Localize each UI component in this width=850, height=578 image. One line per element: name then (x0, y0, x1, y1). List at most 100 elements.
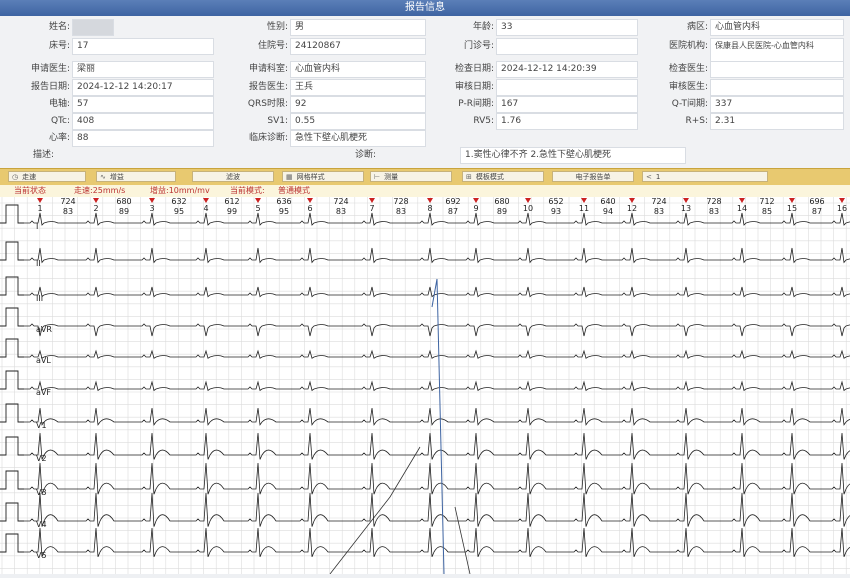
qtc-value: 408 (72, 113, 214, 130)
axis-label: 电轴: (48, 99, 70, 109)
page-selector[interactable]: <1 (642, 171, 768, 182)
measure-button[interactable]: ⊢ 测量 (370, 171, 452, 182)
review-doctor-label: 审核医生: (668, 82, 708, 92)
status-gain: 增益:10mm/mv (150, 186, 210, 195)
beat-number: 13 (681, 204, 691, 213)
qrs-label: QRS时限: (247, 99, 288, 109)
age-label: 年龄: (472, 22, 494, 32)
e-report-button[interactable]: 电子报告单 (552, 171, 634, 182)
beat-marker (473, 198, 479, 203)
page-icon: < (646, 173, 652, 181)
beat-marker (307, 198, 313, 203)
report-title: 报告信息 (0, 0, 850, 16)
qtc-label: QTc: (50, 116, 70, 126)
ecg-display[interactable]: 1 2 3 4 5 6 7 8 9 10 11 12 13 14 15 16 724 680 632 612 636 72… (0, 197, 850, 575)
beat-marker (739, 198, 745, 203)
info-row-5: 电轴: 57 QRS时限: 92 P-R间期: 167 Q-T间期: 337 (0, 96, 850, 113)
info-row-8: 描述: 诊断: 1.窦性心律不齐 2.急性下壁心肌梗死 (0, 147, 850, 164)
beat-number: 6 (307, 204, 312, 213)
beat-heart-rate: 83 (336, 207, 346, 216)
beat-number: 16 (837, 204, 847, 213)
beat-heart-rate: 94 (603, 207, 613, 216)
rv5-label: RV5: (473, 116, 494, 126)
name-value-redacted (72, 19, 114, 36)
admission-label: 住院号: (257, 41, 288, 51)
beat-heart-rate: 83 (396, 207, 406, 216)
calibration-pulse (0, 307, 24, 327)
calibration-pulse (0, 276, 24, 296)
beat-number: 11 (579, 204, 589, 213)
beat-marker (683, 198, 689, 203)
qt-label: Q-T间期: (671, 99, 708, 109)
beat-marker (839, 198, 845, 203)
beat-number: 4 (203, 204, 208, 213)
name-label: 姓名: (48, 22, 70, 32)
grid-style-select[interactable]: ▦ 网格样式 (282, 171, 364, 182)
rr-interval: 636 (276, 197, 291, 206)
diagnosis-value[interactable]: 1.窦性心律不齐 2.急性下壁心肌梗死 (460, 147, 686, 164)
report-date-value: 2024-12-12 14:20:17 (72, 79, 214, 96)
info-row-1: 姓名: 性别: 男 年龄: 33 病区: 心血管内科 (0, 19, 850, 36)
beat-number: 3 (149, 204, 154, 213)
page-number: 1 (655, 173, 661, 181)
rr-interval: 724 (60, 197, 75, 206)
beat-marker (789, 198, 795, 203)
rr-interval: 652 (548, 197, 563, 206)
pr-value: 167 (496, 96, 638, 113)
beat-heart-rate: 85 (762, 207, 772, 216)
outpatient-label: 门诊号: (463, 41, 494, 51)
info-row-7: 心率: 88 临床诊断: 急性下壁心肌梗死 (0, 130, 850, 147)
status-mode-label: 当前模式: (230, 186, 265, 195)
lead-trace (24, 247, 850, 264)
qrs-value: 92 (290, 96, 426, 113)
rr-interval: 680 (116, 197, 131, 206)
exam-doctor-value (710, 61, 844, 78)
beat-marker (581, 198, 587, 203)
beat-marker (149, 198, 155, 203)
template-mode-select[interactable]: ⊞ 模板模式 (462, 171, 544, 182)
calibration-pulse (0, 370, 24, 390)
rr-interval: 632 (171, 197, 186, 206)
beat-number: 1 (37, 204, 42, 213)
gender-label: 性别: (266, 22, 288, 32)
beat-heart-rate: 95 (174, 207, 184, 216)
info-row-4: 报告日期: 2024-12-12 14:20:17 报告医生: 王兵 审核日期:… (0, 79, 850, 96)
beat-heart-rate: 83 (654, 207, 664, 216)
gain-select[interactable]: ∿ 增益 (96, 171, 176, 182)
hr-label: 心率: (48, 133, 70, 143)
req-doctor-value: 梁丽 (72, 61, 214, 78)
beat-heart-rate: 93 (551, 207, 561, 216)
calibration-pulse (0, 436, 24, 456)
status-mode: 普通模式 (278, 186, 310, 195)
outpatient-value (496, 38, 638, 55)
rr-interval: 612 (224, 197, 239, 206)
axis-value: 57 (72, 96, 214, 113)
clock-icon: ◷ (12, 173, 19, 181)
lead-trace (24, 212, 850, 226)
desc-label: 描述: (32, 150, 54, 160)
qt-value: 337 (710, 96, 844, 113)
beat-number: 12 (627, 204, 637, 213)
rr-interval: 712 (759, 197, 774, 206)
report-doctor-label: 报告医生: (248, 82, 288, 92)
speed-select[interactable]: ◷ 走速 (8, 171, 86, 182)
admission-value: 24120867 (290, 38, 426, 55)
report-doctor-value: 王兵 (290, 79, 426, 96)
patient-info-panel: 姓名: 性别: 男 年龄: 33 病区: 心血管内科 床号: 17 住院号: 2… (0, 16, 850, 168)
rr-interval: 728 (706, 197, 721, 206)
bed-value: 17 (72, 38, 214, 55)
template-mode-label: 模板模式 (475, 173, 504, 181)
grid-style-label: 网格样式 (296, 173, 325, 181)
ecg-svg[interactable]: 1 2 3 4 5 6 7 8 9 10 11 12 13 14 15 16724 680 632 612 636 72… (0, 197, 850, 575)
beat-heart-rate: 87 (448, 207, 458, 216)
measure-icon: ⊢ (374, 173, 381, 181)
req-doctor-label: 申请医生: (30, 64, 70, 74)
measure-line (454, 506, 471, 575)
grid-icon: ▦ (286, 173, 293, 181)
beat-marker (37, 198, 43, 203)
beat-number: 8 (427, 204, 432, 213)
filter-button-label: 滤波 (226, 173, 240, 181)
beat-marker (427, 198, 433, 203)
filter-button[interactable]: 滤波 (192, 171, 274, 182)
calibration-pulse (0, 241, 24, 261)
